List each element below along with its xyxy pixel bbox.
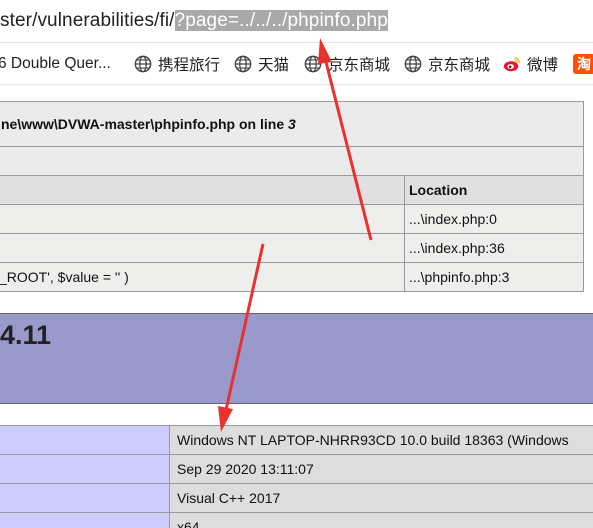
bookmark-jd-1[interactable]: 京东商城 — [304, 54, 390, 74]
bookmark-double-query[interactable]: 6 Double Quer... — [0, 54, 111, 74]
location-column-header: Location — [404, 175, 584, 205]
info-value: x64 — [169, 512, 593, 528]
error-title: ne\www\DVWA-master\phpinfo.php on line 3 — [0, 101, 584, 147]
bookmarks-bar: 6 Double Quer... 携程旅行 天猫 京东商城 京东商城 微博 淘 — [0, 43, 593, 85]
page-content: ne\www\DVWA-master\phpinfo.php on line 3… — [0, 85, 593, 528]
globe-icon — [234, 55, 252, 73]
php-version-banner: 4.11 — [0, 313, 593, 404]
url-selected-query: ?page=../../../phpinfo.php — [174, 10, 388, 31]
table-row: Sep 29 2020 13:11:07 — [0, 454, 593, 484]
table-row: x64 — [0, 512, 593, 528]
error-title-row: ne\www\DVWA-master\phpinfo.php on line 3 — [0, 101, 584, 147]
call-cell: _ROOT', $value = '' ) — [0, 262, 405, 292]
phpinfo-system-table: Windows NT LAPTOP-NHRR93CD 10.0 build 18… — [0, 425, 593, 528]
error-call-stack-table: ne\www\DVWA-master\phpinfo.php on line 3… — [0, 101, 584, 292]
call-cell — [0, 233, 405, 263]
table-row: Windows NT LAPTOP-NHRR93CD 10.0 build 18… — [0, 425, 593, 455]
info-key — [0, 483, 170, 513]
url-text[interactable]: ster/vulnerabilities/fi/?page=../../../p… — [0, 10, 388, 32]
info-value: Sep 29 2020 13:11:07 — [169, 454, 593, 484]
info-key — [0, 425, 170, 455]
error-blank-row — [0, 146, 584, 176]
call-cell — [0, 204, 405, 234]
location-cell: ...\index.php:36 — [404, 233, 584, 263]
bookmark-label: 微博 — [527, 57, 559, 74]
bookmark-label: 天猫 — [258, 57, 290, 74]
url-prefix: ster/vulnerabilities/fi/ — [0, 10, 175, 31]
bookmark-label: 6 Double Quer... — [0, 55, 111, 72]
table-row: ...\index.php:36 — [0, 233, 584, 263]
function-column-header — [0, 175, 405, 205]
bookmark-weibo[interactable]: 微博 — [503, 54, 558, 74]
table-row: Visual C++ 2017 — [0, 483, 593, 513]
globe-icon — [404, 55, 422, 73]
address-bar[interactable]: ster/vulnerabilities/fi/?page=../../../p… — [0, 0, 593, 43]
bookmark-label: 携程旅行 — [158, 57, 221, 74]
info-value: Windows NT LAPTOP-NHRR93CD 10.0 build 18… — [169, 425, 593, 455]
globe-icon — [134, 55, 152, 73]
php-version-title: 4.11 — [0, 320, 52, 350]
info-key — [0, 454, 170, 484]
info-value: Visual C++ 2017 — [169, 483, 593, 513]
weibo-icon — [503, 57, 520, 72]
globe-icon — [304, 55, 322, 73]
bookmark-tmall[interactable]: 天猫 — [234, 54, 289, 74]
bookmark-taobao[interactable]: 淘 — [573, 54, 593, 74]
bookmark-label: 京东商城 — [428, 57, 491, 74]
bookmark-jd-2[interactable]: 京东商城 — [404, 54, 490, 74]
bookmark-label: 京东商城 — [328, 57, 391, 74]
bookmark-ctrip[interactable]: 携程旅行 — [134, 54, 220, 74]
table-row: ...\index.php:0 — [0, 204, 584, 234]
taobao-icon: 淘 — [573, 54, 593, 74]
location-cell: ...\index.php:0 — [404, 204, 584, 234]
table-row: _ROOT', $value = '' ) ...\phpinfo.php:3 — [0, 262, 584, 292]
error-header-row: Location — [0, 175, 584, 205]
location-cell: ...\phpinfo.php:3 — [404, 262, 584, 292]
info-key — [0, 512, 170, 528]
